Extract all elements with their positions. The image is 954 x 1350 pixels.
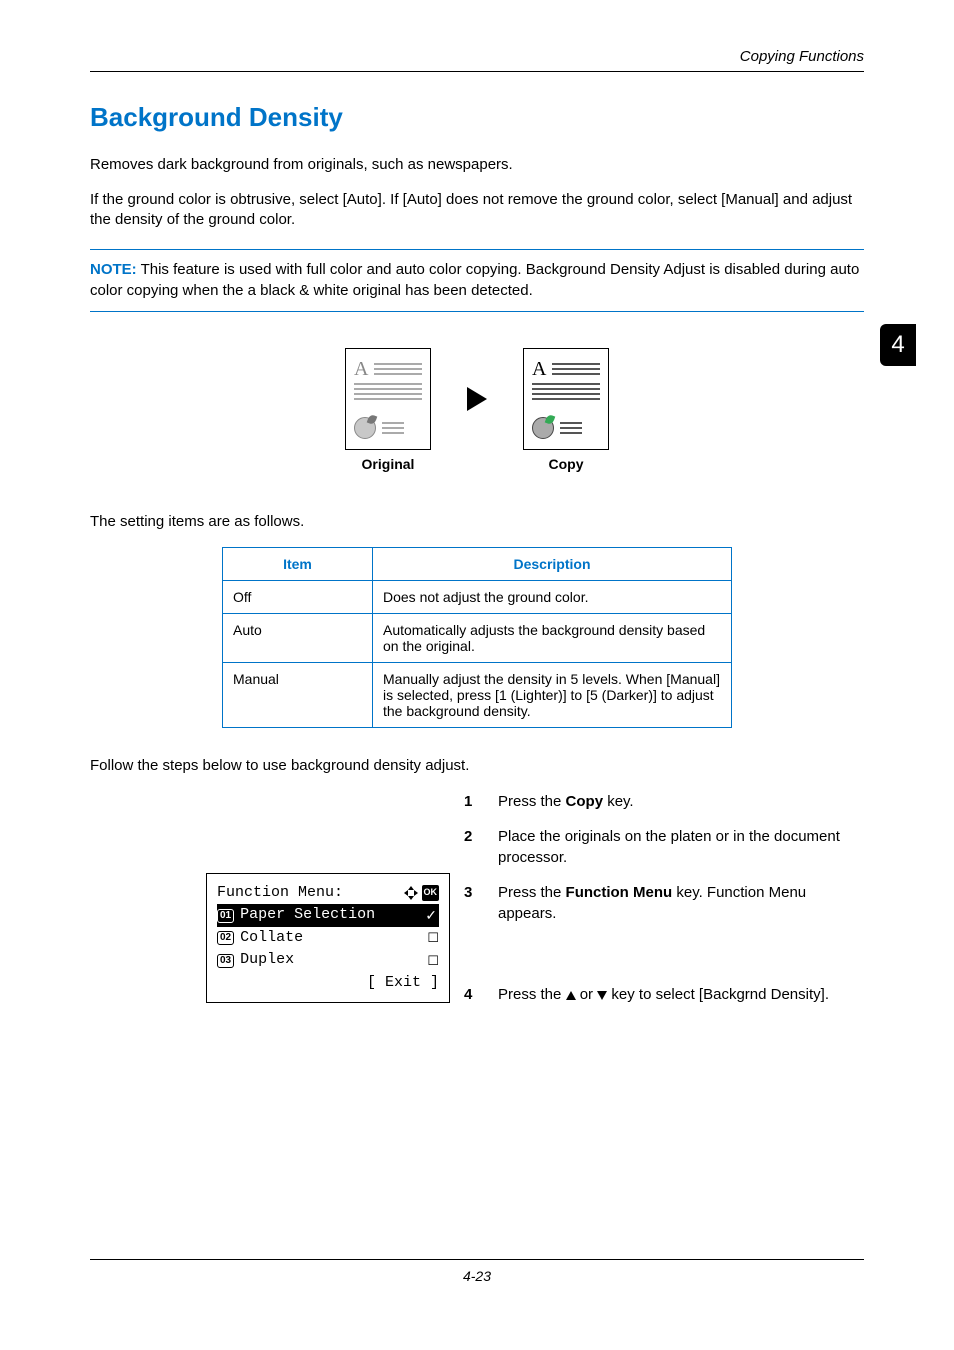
doc-letter: A [532,359,546,379]
illus-copy: A Copy [523,348,609,472]
lcd-item-label: Paper Selection [240,904,425,927]
lcd-item-number: 02 [217,931,234,945]
step-3: 3 Press the Function Menu key. Function … [464,882,864,924]
chapter-tab: 4 [880,324,916,366]
steps-area: 1 Press the Copy key. 2 Place the origin… [90,791,864,1005]
settings-table: Item Description Off Does not adjust the… [222,547,732,728]
lcd-item-number: 03 [217,954,234,968]
ok-icon: OK [422,885,440,901]
intro-para-1: Removes dark background from originals, … [90,155,864,176]
down-arrow-icon [597,991,607,1000]
lcd-item-label: Duplex [240,949,427,972]
table-row: Auto Automatically adjusts the backgroun… [223,614,732,663]
step-4: 4 Press the or key to select [Backgrnd D… [464,984,864,1005]
lcd-softkey: [ Exit ] [217,972,439,995]
step-number: 2 [464,826,482,868]
arrow-icon [467,348,487,450]
intro-para-2: If the ground color is obtrusive, select… [90,190,864,231]
step-2: 2 Place the originals on the platen or i… [464,826,864,868]
check-icon: ✓ [425,905,439,926]
cell-item: Off [223,581,373,614]
lcd-item-number: 01 [217,909,234,923]
copy-page-icon: A [523,348,609,450]
lcd-title: Function Menu: [217,882,404,905]
dpad-icon [404,886,418,900]
original-page-icon: A [345,348,431,450]
step-text: or [576,986,598,1003]
original-caption: Original [345,456,431,472]
cell-desc: Does not adjust the ground color. [373,581,732,614]
up-arrow-icon [566,991,576,1000]
copy-caption: Copy [523,456,609,472]
step-text: Press the [498,986,566,1003]
note-block: NOTE: This feature is used with full col… [90,249,864,312]
table-leadin: The setting items are as follows. [90,512,864,533]
cell-item: Manual [223,663,373,728]
illustration: A Original A [90,348,864,472]
table-row: Manual Manually adjust the density in 5 … [223,663,732,728]
section-title: Background Density [90,102,864,133]
th-desc: Description [373,548,732,581]
step-number: 3 [464,882,482,924]
doc-letter: A [354,359,368,379]
top-rule [90,71,864,72]
cell-desc: Manually adjust the density in 5 levels.… [373,663,732,728]
key-name: Copy [566,793,604,810]
table-row: Off Does not adjust the ground color. [223,581,732,614]
lcd-panel: Function Menu: OK 01 Paper Selection ✓ 0… [206,873,450,1004]
step-text: key. [603,793,634,810]
step-text: Press the [498,884,566,901]
illus-original: A Original [345,348,431,472]
step-number: 4 [464,984,482,1005]
step-text: Press the [498,793,566,810]
follow-para: Follow the steps below to use background… [90,756,864,777]
step-text: Place the originals on the platen or in … [498,826,864,868]
note-text: This feature is used with full color and… [90,261,859,299]
cell-item: Auto [223,614,373,663]
key-name: Function Menu [566,884,673,901]
page-number: 4-23 [90,1268,864,1284]
note-label: NOTE: [90,261,137,278]
lcd-item-label: Collate [240,927,427,950]
th-item: Item [223,548,373,581]
checkbox-icon: ☐ [427,951,439,971]
footer-rule [90,1259,864,1260]
step-text: key to select [Backgrnd Density]. [607,986,829,1003]
cell-desc: Automatically adjusts the background den… [373,614,732,663]
checkbox-icon: ☐ [427,928,439,948]
step-1: 1 Press the Copy key. [464,791,864,812]
step-number: 1 [464,791,482,812]
running-header: Copying Functions [90,48,864,71]
